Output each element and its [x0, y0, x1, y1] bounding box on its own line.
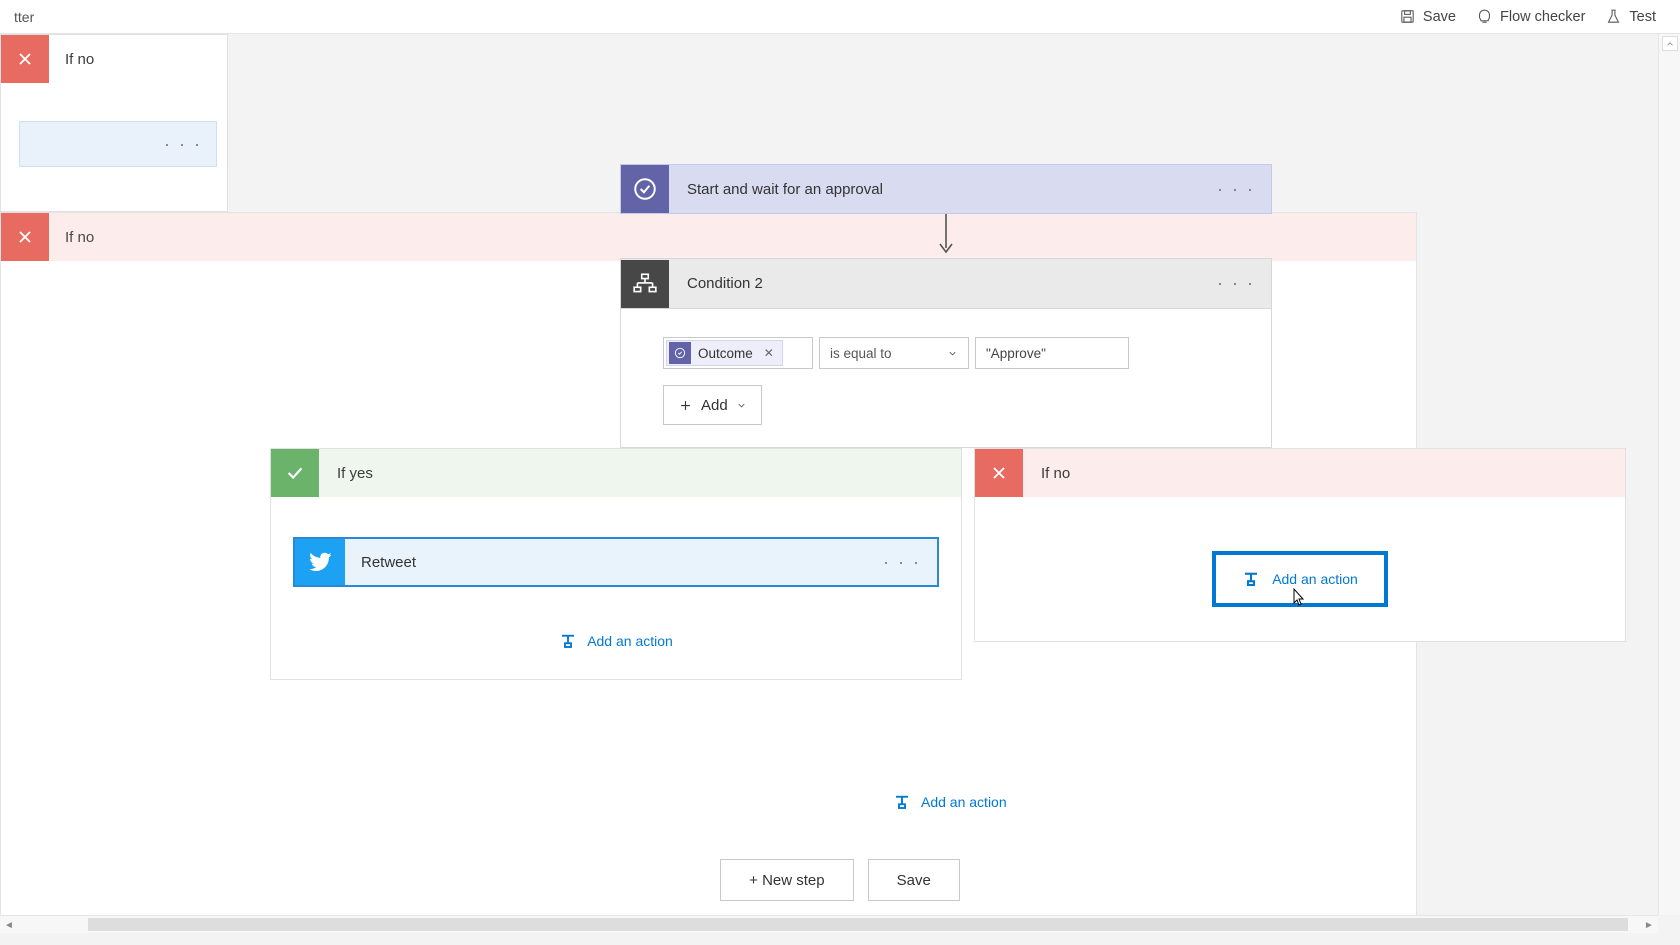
flow-title: tter — [14, 9, 34, 25]
scroll-right-arrow[interactable]: ► — [1640, 916, 1658, 934]
add-action-no-highlighted[interactable]: Add an action — [1212, 551, 1388, 607]
retweet-label: Retweet — [345, 554, 883, 571]
check-icon — [271, 449, 319, 497]
save-icon — [1399, 8, 1416, 25]
condition-value-input[interactable] — [975, 337, 1129, 369]
close-icon — [1, 35, 49, 83]
cursor-icon — [1288, 587, 1306, 609]
top-toolbar: tter Save Flow checker Test — [0, 0, 1680, 34]
more-icon[interactable]: · · · — [883, 552, 937, 573]
more-icon[interactable]: · · · — [164, 134, 202, 155]
remove-token-icon[interactable]: ✕ — [760, 346, 774, 360]
flow-checker-icon — [1476, 8, 1493, 25]
chevron-down-icon — [736, 400, 747, 411]
connector-arrow — [945, 216, 947, 250]
add-action-bottom[interactable]: Add an action — [893, 794, 1007, 810]
flow-checker-label: Flow checker — [1500, 9, 1585, 25]
add-condition-button[interactable]: Add — [663, 385, 762, 425]
test-button[interactable]: Test — [1595, 4, 1666, 29]
condition-icon — [621, 260, 669, 308]
action-approval[interactable]: Start and wait for an approval · · · — [620, 164, 1272, 214]
close-icon — [975, 449, 1023, 497]
action-retweet[interactable]: Retweet · · · — [293, 537, 939, 587]
approval-label: Start and wait for an approval — [669, 181, 1217, 198]
add-action-icon — [1242, 571, 1260, 587]
more-icon[interactable]: · · · — [1217, 273, 1271, 294]
flow-canvas[interactable]: If no · · · If no Start and wait for an … — [0, 34, 1656, 915]
add-action-label: Add an action — [921, 794, 1007, 810]
more-icon[interactable]: · · · — [1217, 179, 1271, 200]
new-step-button[interactable]: + New step — [720, 859, 853, 901]
scroll-up-arrow[interactable] — [1662, 36, 1678, 51]
add-action-icon — [559, 633, 577, 649]
branch-if-yes: If yes Retweet · · · Add an action — [270, 448, 962, 680]
approval-icon — [621, 165, 669, 213]
save-label: Save — [1423, 9, 1456, 25]
close-icon — [1, 213, 49, 261]
branch-if-no-inner: If no Add an action — [974, 448, 1626, 642]
twitter-icon — [295, 539, 345, 585]
outcome-token-icon — [669, 342, 691, 364]
operator-select[interactable]: is equal to — [819, 337, 969, 369]
add-action-label: Add an action — [1272, 571, 1358, 587]
condition-left-operand[interactable]: Outcome ✕ — [663, 337, 813, 369]
footer-save-button[interactable]: Save — [868, 859, 960, 901]
collapsed-action-card[interactable]: · · · — [19, 121, 217, 167]
condition-card[interactable]: Condition 2 · · · Outcome ✕ is equal to — [620, 258, 1272, 448]
scroll-left-arrow[interactable]: ◄ — [0, 916, 18, 934]
add-action-label: Add an action — [587, 633, 673, 649]
flow-checker-button[interactable]: Flow checker — [1466, 4, 1595, 29]
add-action-yes[interactable]: Add an action — [293, 587, 939, 649]
scroll-thumb[interactable] — [88, 918, 1628, 931]
operator-label: is equal to — [830, 346, 892, 361]
branch-label: If no — [49, 51, 94, 68]
chevron-down-icon — [947, 348, 958, 359]
horizontal-scrollbar[interactable]: ◄ ► — [0, 915, 1658, 933]
vertical-scrollbar[interactable] — [1658, 34, 1680, 915]
branch-if-no-previous: If no · · · — [0, 34, 228, 212]
branch-label: If no — [49, 229, 94, 246]
test-icon — [1605, 8, 1622, 25]
footer-buttons: + New step Save — [0, 859, 1680, 901]
test-label: Test — [1629, 9, 1656, 25]
save-button[interactable]: Save — [1389, 4, 1466, 29]
if-no-label: If no — [1023, 465, 1070, 482]
add-action-icon — [893, 794, 911, 810]
token-label: Outcome — [698, 346, 753, 361]
add-label: Add — [701, 397, 728, 414]
plus-icon — [678, 398, 693, 413]
condition-label: Condition 2 — [669, 275, 1217, 292]
if-yes-label: If yes — [319, 465, 373, 482]
